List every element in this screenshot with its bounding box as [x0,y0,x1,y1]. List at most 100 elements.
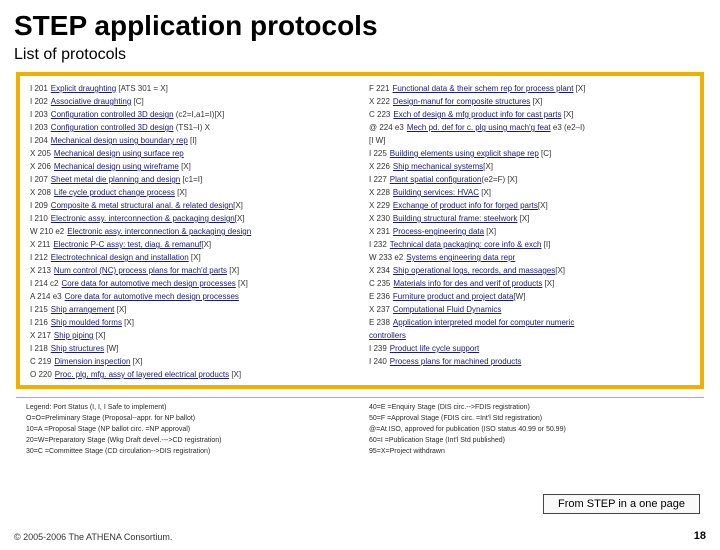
legend-line: 95=X=Project withdrawn [369,446,694,457]
protocol-name: Core data for automotive mech design pro… [65,292,239,301]
protocol-row: X 213Num control (NC) process plans for … [30,264,351,277]
protocol-row: X 237Computational Fluid Dynamics [369,303,690,316]
protocol-suffix: [X] [555,266,565,275]
legend-box: Legend: Port Status (I, I, I Safe to imp… [16,397,704,461]
protocol-code: I 212 [30,253,48,262]
legend-line: 20=W=Preparatory Stage (Wkg Draft devel.… [26,435,351,446]
protocol-name: Product life cycle support [390,344,479,353]
legend-line: 60=I =Publication Stage (Int'l Std publi… [369,435,694,446]
protocol-row: I 209Composite & metal structural anal. … [30,199,351,212]
protocol-name: Ship structures [51,344,104,353]
protocol-name: Systems engineering data repr [406,253,515,262]
protocol-code: X 222 [369,97,390,106]
protocol-code: I 201 [30,84,48,93]
protocol-suffix: [W] [104,344,118,353]
protocol-name: Electrotechnical design and installation [51,253,189,262]
protocol-row: I 227Plant spatial configuration(e2=F) [… [369,173,690,186]
protocol-suffix: [X] [233,201,243,210]
protocol-name: Num control (NC) process plans for mach'… [54,266,227,275]
protocol-row: F 221Functional data & their schem rep f… [369,82,690,95]
protocol-suffix: [X] [201,240,211,249]
protocol-name: Composite & metal structural anal. & rel… [51,201,233,210]
protocol-suffix: [X] [235,214,245,223]
protocol-row: X 229Exchange of product info for forged… [369,199,690,212]
protocol-suffix: [X] [179,162,191,171]
protocol-row: I 216Ship moulded forms [X] [30,316,351,329]
protocol-row: X 205Mechanical design using surface rep [30,147,351,160]
protocol-suffix: [X] [130,357,142,366]
protocol-code: X 237 [369,305,390,314]
protocol-row: [I W] [369,134,690,147]
protocol-code: A 214 e3 [30,292,62,301]
protocol-suffix: [X] [236,279,248,288]
protocol-row: I 202Associative draughting [C] [30,95,351,108]
protocol-code: X 231 [369,227,390,236]
protocol-row: W 210 e2Electronic assy. interconnection… [30,225,351,238]
protocol-row: I 203Configuration controlled 3D design … [30,108,351,121]
protocols-right-column: F 221Functional data & their schem rep f… [369,82,690,381]
protocol-row: @ 224 e3Mech pd. def for c. plg using ma… [369,121,690,134]
protocols-table: I 201Explicit draughting [ATS 301 = X]I … [16,72,704,389]
protocol-row: X 234Ship operational logs, records, and… [369,264,690,277]
protocol-name: Technical data packaging: core info & ex… [390,240,542,249]
protocol-name: controllers [369,331,406,340]
protocol-row: I 215Ship arrangement [X] [30,303,351,316]
protocol-suffix: [X] [542,279,554,288]
protocol-code: C 223 [369,110,390,119]
protocol-code: X 226 [369,162,390,171]
protocol-code: I 240 [369,357,387,366]
protocol-row: I 212Electrotechnical design and install… [30,251,351,264]
protocol-name: Computational Fluid Dynamics [393,305,502,314]
protocol-code: W 233 e2 [369,253,403,262]
protocol-name: Ship arrangement [51,305,115,314]
protocol-code: I 218 [30,344,48,353]
protocol-name: Ship moulded forms [51,318,122,327]
protocol-row: I 239Product life cycle support [369,342,690,355]
protocol-suffix: [X] [530,97,542,106]
protocol-name: Ship piping [54,331,94,340]
protocol-suffix: [X] [189,253,201,262]
protocol-suffix: [C] [131,97,143,106]
protocol-row: C 223Exch of design & mfg product info f… [369,108,690,121]
protocol-row: C 219Dimension inspection [X] [30,355,351,368]
protocol-suffix: [X] [94,331,106,340]
protocol-row: X 217Ship piping [X] [30,329,351,342]
protocol-code: I 225 [369,149,387,158]
protocol-row: I 204Mechanical design using boundary re… [30,134,351,147]
protocol-code: C 235 [369,279,390,288]
protocol-suffix: (c2=I,a1=I)[X] [174,110,225,119]
protocol-row: X 231Process-engineering data [X] [369,225,690,238]
protocol-name: Process-engineering data [393,227,484,236]
protocol-name: Mechanical design using wireframe [54,162,179,171]
protocol-name: Building structural frame: steelwork [393,214,518,223]
legend-line: O=O=Preliminary Stage (Proposal--appr. f… [26,413,351,424]
protocol-name: Configuration controlled 3D design [51,110,174,119]
protocol-code: X 217 [30,331,51,340]
protocol-name: Core data for automotive mech design pro… [61,279,235,288]
protocol-row: X 228Building services: HVAC [X] [369,186,690,199]
legend-line: 40=E =Enquiry Stage (DIS circ.-->FDIS re… [369,402,694,413]
protocol-name: Electronic assy. interconnection & packa… [51,214,235,223]
protocol-suffix: [ATS 301 = X] [116,84,168,93]
protocol-row: O 220Proc. plg, mfg. assy of layered ele… [30,368,351,381]
protocol-name: Sheet metal die planning and design [51,175,180,184]
protocol-code: X 208 [30,188,51,197]
protocols-left-column: I 201Explicit draughting [ATS 301 = X]I … [30,82,351,381]
protocol-suffix: [X] [229,370,241,379]
protocol-name: Dimension inspection [54,357,130,366]
protocol-name: Plant spatial configuration [390,175,482,184]
protocol-row: I 214 c2Core data for automotive mech de… [30,277,351,290]
protocol-suffix: [X] [227,266,239,275]
footer-copyright: © 2005-2006 The ATHENA Consortium. [14,532,172,542]
protocol-suffix: [X] [175,188,187,197]
legend-left: Legend: Port Status (I, I, I Safe to imp… [26,402,351,457]
protocol-code: I 203 [30,110,48,119]
protocol-name: Functional data & their schem rep for pr… [392,84,573,93]
protocol-name: Building elements using explicit shape r… [390,149,539,158]
protocol-code: O 220 [30,370,52,379]
protocol-code: X 229 [369,201,390,210]
protocol-code: I 214 c2 [30,279,58,288]
protocol-row: I 240Process plans for machined products [369,355,690,368]
protocol-suffix: [I] [188,136,197,145]
protocol-name: Exchange of product info for forged part… [393,201,538,210]
